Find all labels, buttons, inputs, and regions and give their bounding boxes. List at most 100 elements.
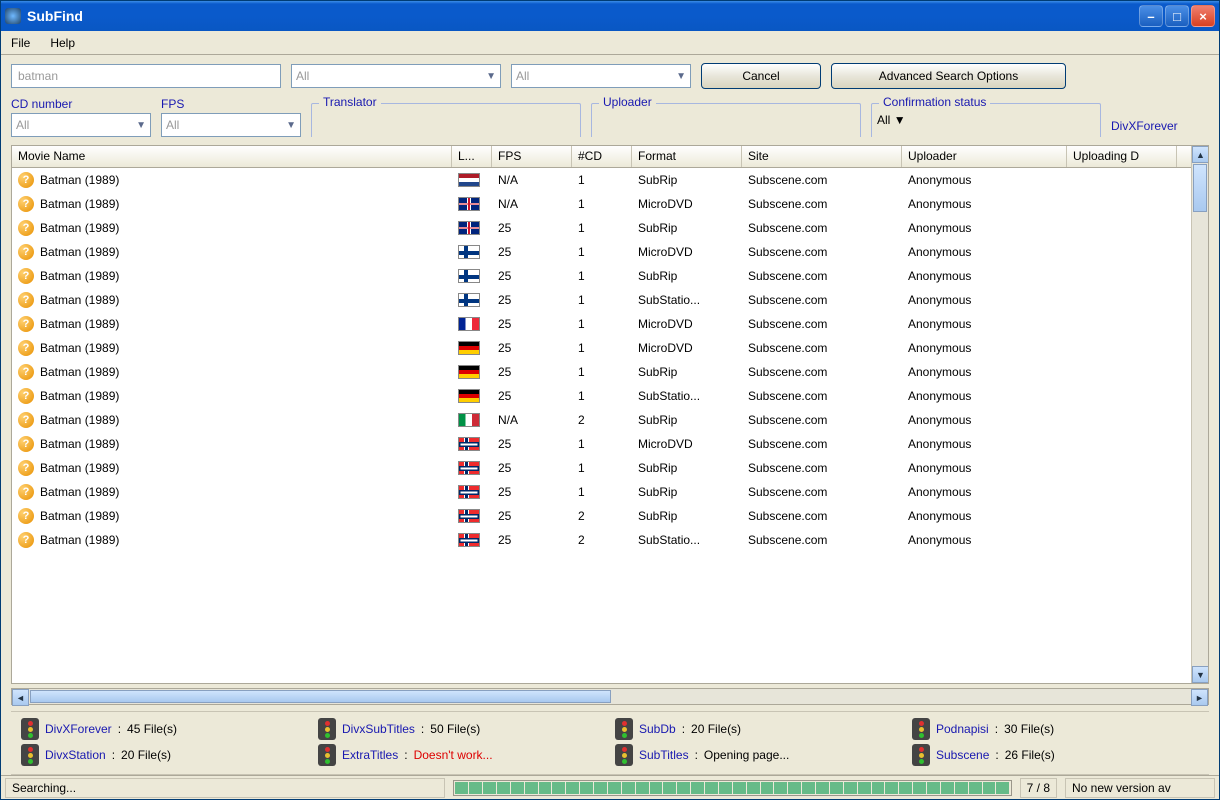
table-row[interactable]: ?Batman (1989)251SubRipSubscene.comAnony… (12, 480, 1191, 504)
cell-uploader: Anonymous (902, 291, 1067, 309)
minimize-button[interactable]: – (1139, 5, 1163, 27)
cell-movie-name: Batman (1989) (40, 365, 119, 379)
app-window: SubFind – □ × File Help All ▼ All ▼ Canc… (0, 0, 1220, 800)
cell-movie-name: Batman (1989) (40, 461, 119, 475)
site-name[interactable]: Subscene (936, 748, 989, 762)
cell-movie-name: Batman (1989) (40, 173, 119, 187)
cell-format: MicroDVD (632, 195, 742, 213)
col-uploading-date[interactable]: Uploading D (1067, 146, 1177, 167)
horizontal-scrollbar[interactable]: ◄ ► (11, 688, 1209, 705)
cell-site: Subscene.com (742, 339, 902, 357)
table-row[interactable]: ?Batman (1989)N/A2SubRipSubscene.comAnon… (12, 408, 1191, 432)
site-name[interactable]: DivxStation (45, 748, 106, 762)
cell-site: Subscene.com (742, 483, 902, 501)
fps-combo[interactable]: All ▼ (161, 113, 301, 137)
site-tab-divxforever[interactable]: DivXForever (1111, 119, 1178, 137)
table-row[interactable]: ?Batman (1989)251SubRipSubscene.comAnony… (12, 360, 1191, 384)
site-count: Doesn't work... (414, 748, 493, 762)
close-button[interactable]: × (1191, 5, 1215, 27)
advanced-filters: CD number All ▼ FPS All ▼ Translator Upl… (1, 93, 1219, 145)
cell-format: SubRip (632, 219, 742, 237)
uploader-input[interactable] (597, 113, 855, 137)
scroll-down-icon[interactable]: ▼ (1192, 666, 1208, 683)
traffic-light-icon (912, 718, 930, 740)
table-row[interactable]: ?Batman (1989)252SubRipSubscene.comAnony… (12, 504, 1191, 528)
scroll-up-icon[interactable]: ▲ (1192, 146, 1208, 163)
col-movie-name[interactable]: Movie Name (12, 146, 452, 167)
combo-language[interactable]: All ▼ (291, 64, 501, 88)
cell-uploading-date (1067, 442, 1177, 446)
col-fps[interactable]: FPS (492, 146, 572, 167)
scroll-thumb[interactable] (1193, 164, 1207, 212)
site-name[interactable]: Podnapisi (936, 722, 989, 736)
menu-help[interactable]: Help (46, 34, 79, 52)
cell-fps: 25 (492, 483, 572, 501)
table-row[interactable]: ?Batman (1989)251SubRipSubscene.comAnony… (12, 216, 1191, 240)
question-icon: ? (18, 292, 34, 308)
app-icon (5, 8, 21, 24)
site-name[interactable]: ExtraTitles (342, 748, 398, 762)
advanced-search-button[interactable]: Advanced Search Options (831, 63, 1066, 89)
site-name[interactable]: SubDb (639, 722, 676, 736)
scroll-thumb-h[interactable] (30, 690, 611, 703)
cell-fps: 25 (492, 507, 572, 525)
table-row[interactable]: ?Batman (1989)251SubRipSubscene.comAnony… (12, 456, 1191, 480)
menu-file[interactable]: File (7, 34, 34, 52)
table-row[interactable]: ?Batman (1989)252SubStatio...Subscene.co… (12, 528, 1191, 552)
table-row[interactable]: ?Batman (1989)251SubRipSubscene.comAnony… (12, 264, 1191, 288)
site-name[interactable]: DivXForever (45, 722, 112, 736)
scroll-track-h[interactable] (612, 689, 1191, 704)
site-name[interactable]: SubTitles (639, 748, 689, 762)
combo-filter[interactable]: All ▼ (511, 64, 691, 88)
table-row[interactable]: ?Batman (1989)N/A1MicroDVDSubscene.comAn… (12, 192, 1191, 216)
col-uploader[interactable]: Uploader (902, 146, 1067, 167)
question-icon: ? (18, 172, 34, 188)
table-row[interactable]: ?Batman (1989)N/A1SubRipSubscene.comAnon… (12, 168, 1191, 192)
col-language[interactable]: L... (452, 146, 492, 167)
cell-cd: 1 (572, 435, 632, 453)
maximize-button[interactable]: □ (1165, 5, 1189, 27)
flag-icon (458, 533, 480, 547)
cell-cd: 1 (572, 243, 632, 261)
cell-cd: 1 (572, 219, 632, 237)
table-row[interactable]: ?Batman (1989)251MicroDVDSubscene.comAno… (12, 312, 1191, 336)
cell-fps: N/A (492, 411, 572, 429)
col-format[interactable]: Format (632, 146, 742, 167)
cell-movie-name: Batman (1989) (40, 413, 119, 427)
site-name[interactable]: DivxSubTitles (342, 722, 415, 736)
cell-format: SubRip (632, 411, 742, 429)
vertical-scrollbar[interactable]: ▲ ▼ (1191, 146, 1208, 683)
cell-movie-name: Batman (1989) (40, 389, 119, 403)
question-icon: ? (18, 388, 34, 404)
cell-cd: 1 (572, 387, 632, 405)
cell-site: Subscene.com (742, 291, 902, 309)
cd-number-combo[interactable]: All ▼ (11, 113, 151, 137)
cell-cd: 1 (572, 171, 632, 189)
table-row[interactable]: ?Batman (1989)251MicroDVDSubscene.comAno… (12, 432, 1191, 456)
confirmation-combo[interactable]: All ▼ (877, 113, 1095, 137)
translator-input[interactable] (317, 113, 575, 137)
cd-number-label: CD number (11, 97, 151, 111)
scroll-track[interactable] (1192, 213, 1208, 666)
cell-movie-name: Batman (1989) (40, 437, 119, 451)
cell-uploader: Anonymous (902, 531, 1067, 549)
cancel-button[interactable]: Cancel (701, 63, 821, 89)
col-site[interactable]: Site (742, 146, 902, 167)
scroll-right-icon[interactable]: ► (1191, 689, 1208, 706)
status-version: No new version av (1065, 778, 1215, 798)
chevron-down-icon: ▼ (136, 120, 146, 131)
table-row[interactable]: ?Batman (1989)251MicroDVDSubscene.comAno… (12, 336, 1191, 360)
cell-site: Subscene.com (742, 387, 902, 405)
cell-uploading-date (1067, 250, 1177, 254)
site-count: 30 File(s) (1004, 722, 1054, 736)
cell-uploader: Anonymous (902, 387, 1067, 405)
table-body[interactable]: ?Batman (1989)N/A1SubRipSubscene.comAnon… (12, 168, 1191, 683)
table-row[interactable]: ?Batman (1989)251SubStatio...Subscene.co… (12, 288, 1191, 312)
scroll-left-icon[interactable]: ◄ (12, 689, 29, 706)
search-input[interactable] (11, 64, 281, 88)
table-row[interactable]: ?Batman (1989)251SubStatio...Subscene.co… (12, 384, 1191, 408)
col-cd[interactable]: #CD (572, 146, 632, 167)
table-row[interactable]: ?Batman (1989)251MicroDVDSubscene.comAno… (12, 240, 1191, 264)
site-count: 20 File(s) (691, 722, 741, 736)
titlebar[interactable]: SubFind – □ × (1, 1, 1219, 31)
